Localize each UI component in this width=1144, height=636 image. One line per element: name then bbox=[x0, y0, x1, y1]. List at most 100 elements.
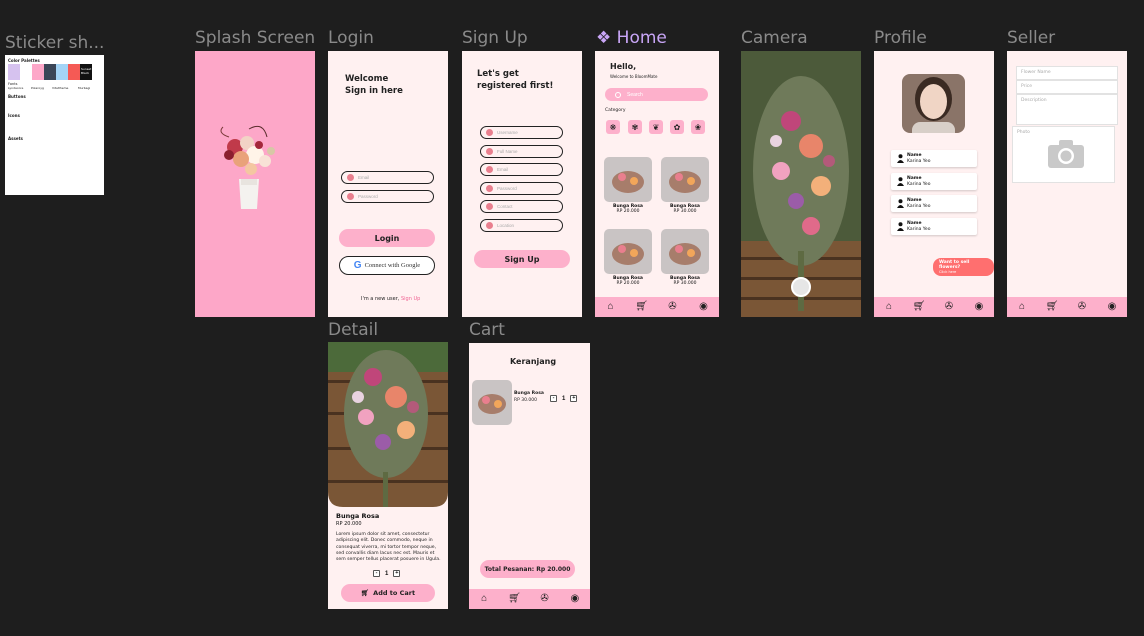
shutter-button[interactable] bbox=[791, 277, 811, 297]
profile-icon[interactable]: ◉ bbox=[698, 301, 710, 313]
quantity-stepper: - 1 + bbox=[373, 570, 401, 577]
email-placeholder: Email bbox=[497, 167, 509, 172]
email-field[interactable]: Email bbox=[341, 171, 434, 184]
category-button-3[interactable]: ❦ bbox=[649, 120, 663, 134]
home-icon[interactable]: ⌂ bbox=[605, 301, 617, 313]
fullname-placeholder: Full Name bbox=[497, 149, 518, 154]
flower-name-field[interactable]: Flower Name bbox=[1016, 66, 1118, 80]
fullname-field[interactable]: Full Name bbox=[480, 145, 563, 158]
user-icon bbox=[486, 129, 493, 136]
location-placeholder: Location bbox=[497, 223, 515, 228]
cart-icon[interactable]: 🛒︎ bbox=[1046, 301, 1059, 313]
swatch-pink bbox=[32, 64, 44, 80]
bottom-nav: ⌂ 🛒︎ ✇ ◉ bbox=[1007, 297, 1127, 317]
sticker-sheet-frame[interactable]: Color Palettes Sunset Black Fonts Lyndac… bbox=[5, 55, 104, 195]
home-frame[interactable]: Hello, Welcome to BloomMate Search Categ… bbox=[595, 51, 719, 317]
increment-button[interactable]: + bbox=[570, 395, 578, 402]
cart-icon[interactable]: 🛒︎ bbox=[508, 593, 521, 605]
frame-title-splash[interactable]: Splash Screen bbox=[195, 28, 315, 48]
profile-icon[interactable]: ◉ bbox=[1106, 301, 1118, 313]
decrement-button[interactable]: - bbox=[550, 395, 557, 402]
add-to-cart-label: Add to Cart bbox=[373, 589, 416, 597]
cart-item-image bbox=[472, 380, 512, 425]
detail-frame[interactable]: Bunga Rosa RP 20.000 Lorem ipsum dolor s… bbox=[328, 342, 448, 609]
home-icon[interactable]: ⌂ bbox=[478, 593, 490, 605]
home-icon[interactable]: ⌂ bbox=[883, 301, 895, 313]
swatch-name-2: Polaroyg bbox=[31, 86, 44, 90]
swatch-name-1: Lyndacore bbox=[8, 86, 24, 90]
category-button-4[interactable]: ✿ bbox=[670, 120, 684, 134]
list-item-name: Name bbox=[907, 176, 922, 181]
frame-title-home[interactable]: ❖ Home bbox=[596, 28, 667, 48]
frame-title-cart[interactable]: Cart bbox=[469, 320, 505, 340]
decrement-button[interactable]: - bbox=[373, 570, 380, 577]
frame-title-signup[interactable]: Sign Up bbox=[462, 28, 528, 48]
cart-item-price: RP 30.000 bbox=[514, 398, 538, 403]
frame-title-login[interactable]: Login bbox=[328, 28, 374, 48]
product-card[interactable]: Bunga Rosa RP 30.000 bbox=[661, 229, 709, 286]
contact-field[interactable]: Contact bbox=[480, 200, 563, 213]
product-card[interactable]: Bunga Rosa RP 30.000 bbox=[661, 157, 709, 214]
increment-button[interactable]: + bbox=[393, 570, 401, 577]
frame-title-profile[interactable]: Profile bbox=[874, 28, 927, 48]
add-to-cart-button[interactable]: 🛒︎ Add to Cart bbox=[341, 584, 435, 602]
list-item-name: Name bbox=[907, 198, 922, 203]
email-placeholder: Email bbox=[358, 175, 370, 180]
email-field[interactable]: Email bbox=[480, 163, 563, 176]
frame-title-detail[interactable]: Detail bbox=[328, 320, 378, 340]
color-palette-label: Color Palettes bbox=[8, 58, 40, 63]
login-button[interactable]: Login bbox=[339, 229, 435, 247]
photo-upload-field[interactable]: Photo bbox=[1012, 126, 1115, 183]
buttons-label: Buttons bbox=[8, 94, 26, 99]
cart-icon[interactable]: 🛒︎ bbox=[635, 301, 648, 313]
list-item-name: Name bbox=[907, 221, 922, 226]
frame-title-sticker[interactable]: Sticker sh... bbox=[5, 33, 104, 53]
password-placeholder: Password bbox=[358, 194, 378, 199]
category-button-1[interactable]: ❋ bbox=[606, 120, 620, 134]
profile-frame[interactable]: Name Karina Yeo Name Karina Yeo Name Karina… bbox=[874, 51, 994, 317]
signup-frame[interactable]: Let's get registered first! Username Ful… bbox=[462, 51, 582, 317]
username-field[interactable]: Username bbox=[480, 126, 563, 139]
search-icon bbox=[615, 91, 621, 98]
camera-shutter-icon[interactable]: ✇ bbox=[539, 593, 551, 605]
swatch-red bbox=[68, 64, 80, 80]
profile-icon[interactable]: ◉ bbox=[973, 301, 985, 313]
login-frame[interactable]: Welcome Sign in here Email Password Logi… bbox=[328, 51, 448, 317]
search-input[interactable]: Search bbox=[605, 88, 708, 101]
category-button-2[interactable]: ✾ bbox=[628, 120, 642, 134]
signup-link[interactable]: Sign Up bbox=[401, 296, 420, 302]
list-item[interactable]: Name Karina Yeo bbox=[891, 150, 977, 167]
total-order-button[interactable]: Total Pesanan: Rp 20.000 bbox=[480, 560, 575, 578]
swatch-lavender bbox=[8, 64, 20, 80]
list-item[interactable]: Name Karina Yeo bbox=[891, 173, 977, 190]
sell-flowers-button[interactable]: Want to sell flowers? Click here bbox=[933, 258, 994, 276]
splash-flower-vase-illustration bbox=[220, 125, 275, 209]
price-field[interactable]: Price bbox=[1016, 80, 1118, 94]
product-image bbox=[661, 229, 709, 274]
category-button-5[interactable]: ❀ bbox=[691, 120, 705, 134]
list-item[interactable]: Name Karina Yeo bbox=[891, 195, 977, 212]
splash-frame[interactable] bbox=[195, 51, 315, 317]
frame-title-seller[interactable]: Seller bbox=[1007, 28, 1055, 48]
camera-shutter-icon[interactable]: ✇ bbox=[943, 301, 955, 313]
home-icon[interactable]: ⌂ bbox=[1016, 301, 1028, 313]
list-item[interactable]: Name Karina Yeo bbox=[891, 218, 977, 235]
camera-shutter-icon[interactable]: ✇ bbox=[1076, 301, 1088, 313]
camera-icon bbox=[1048, 140, 1084, 168]
cart-frame[interactable]: Keranjang Bunga Rosa RP 30.000 - 1 + Tot… bbox=[469, 343, 590, 609]
signup-button[interactable]: Sign Up bbox=[474, 250, 570, 268]
list-item-sub: Karina Yeo bbox=[907, 159, 931, 164]
description-field[interactable]: Description bbox=[1016, 94, 1118, 125]
frame-title-camera[interactable]: Camera bbox=[741, 28, 808, 48]
google-connect-button[interactable]: G Connect with Google bbox=[339, 256, 435, 275]
product-card[interactable]: Bunga Rosa RP 20.000 bbox=[604, 229, 652, 286]
location-field[interactable]: Location bbox=[480, 219, 563, 232]
cart-icon[interactable]: 🛒︎ bbox=[913, 301, 926, 313]
password-field[interactable]: Password bbox=[341, 190, 434, 203]
profile-icon[interactable]: ◉ bbox=[569, 593, 581, 605]
camera-shutter-icon[interactable]: ✇ bbox=[667, 301, 679, 313]
product-card[interactable]: Bunga Rosa RP 20.000 bbox=[604, 157, 652, 214]
password-field[interactable]: Password bbox=[480, 182, 563, 195]
seller-frame[interactable]: Flower Name Price Description Photo ⌂ 🛒︎… bbox=[1007, 51, 1127, 317]
camera-frame[interactable] bbox=[741, 51, 861, 317]
